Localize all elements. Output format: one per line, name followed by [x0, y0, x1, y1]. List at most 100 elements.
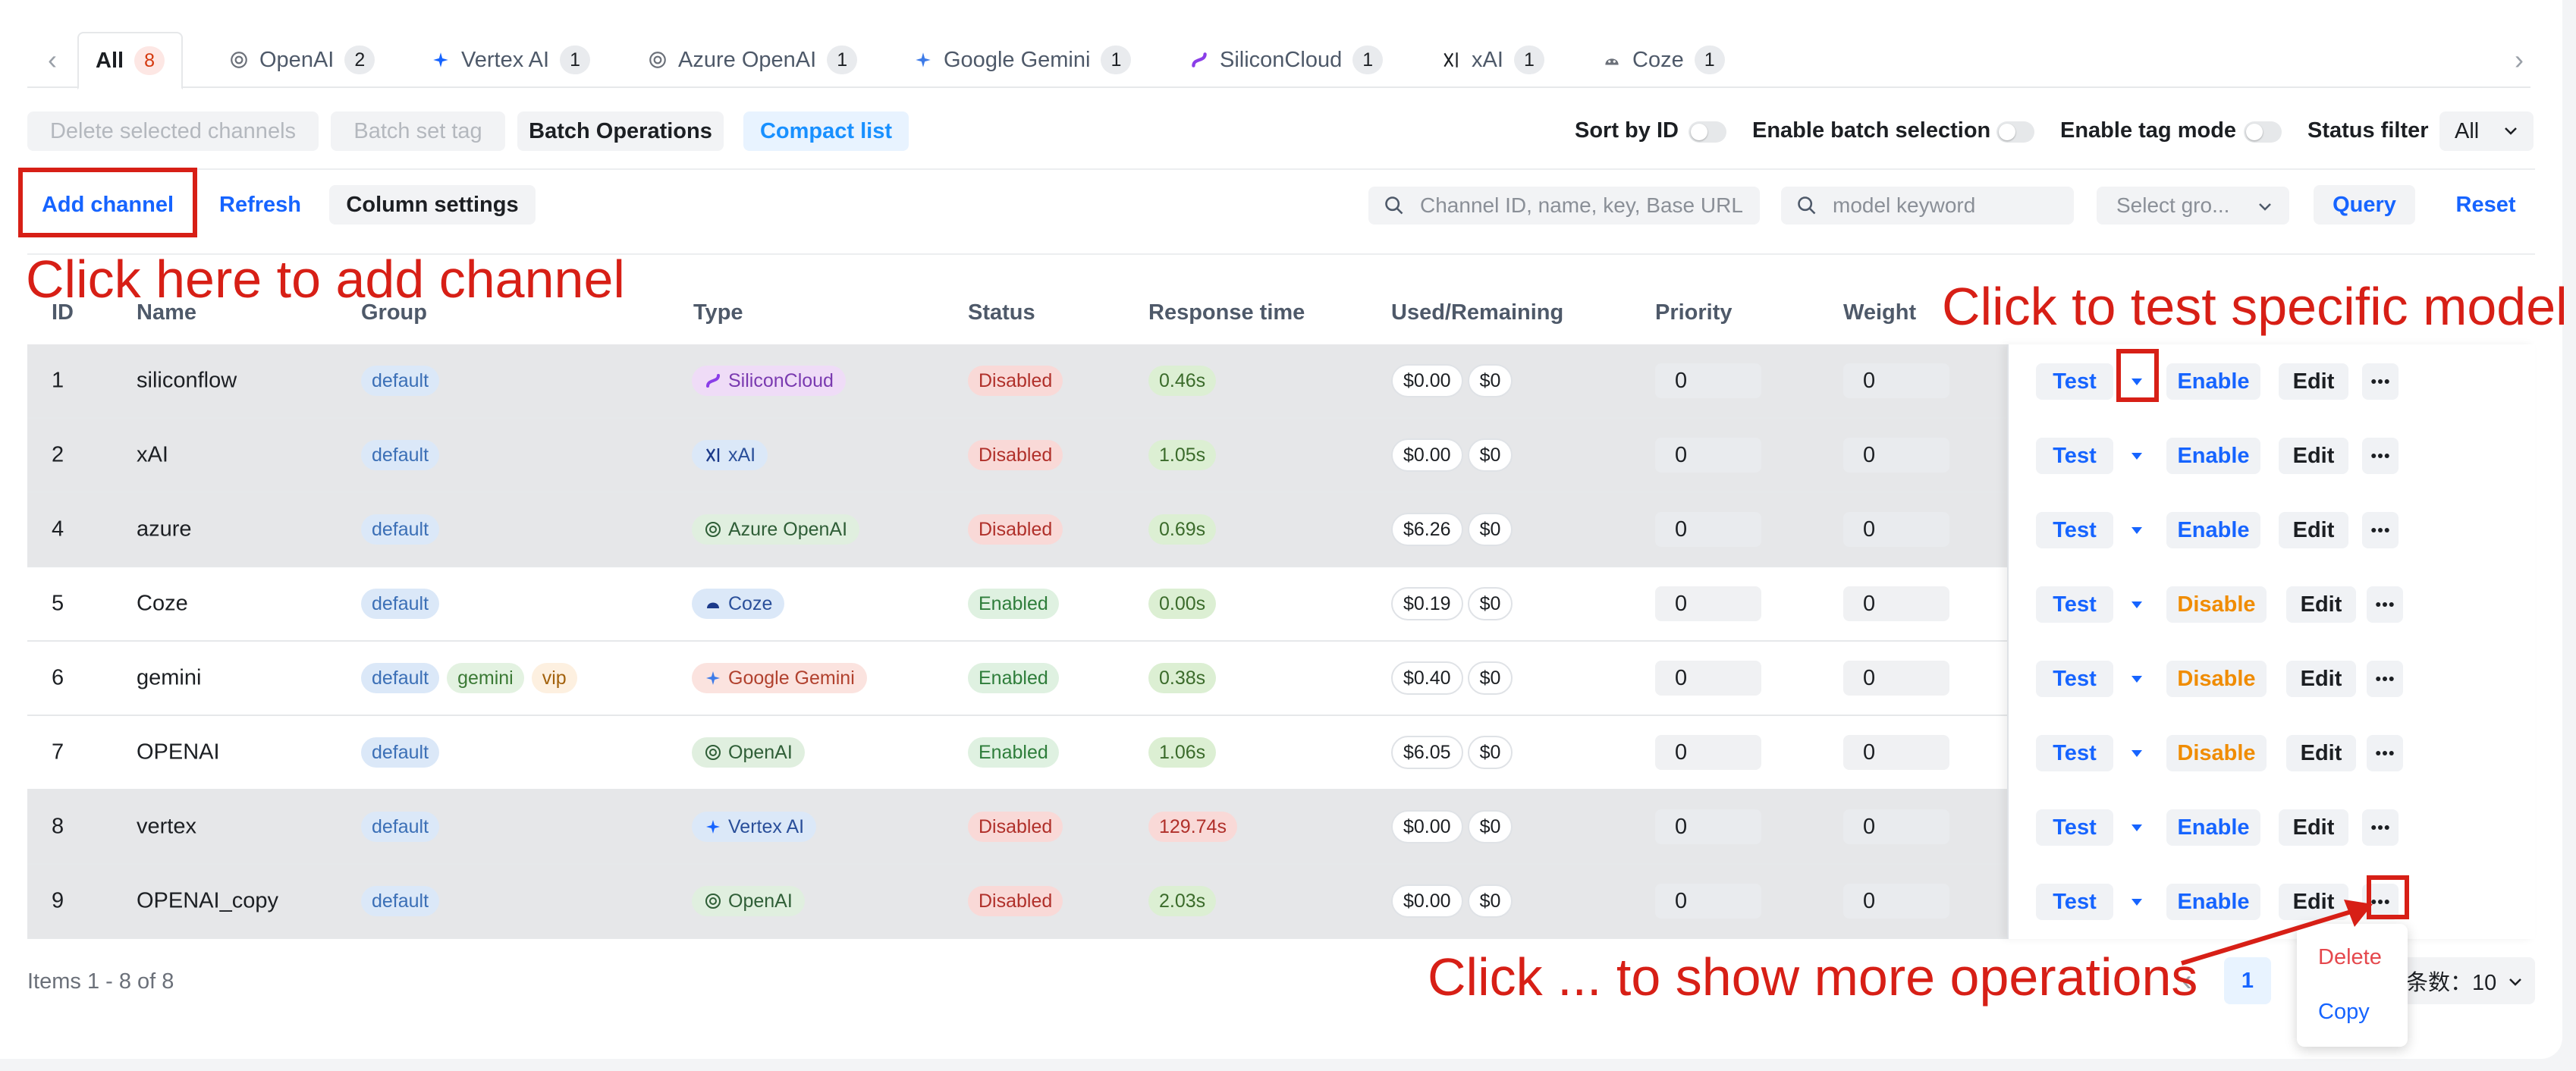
tag-mode-toggle[interactable] — [2244, 121, 2282, 143]
more-options-icon[interactable] — [2362, 512, 2399, 548]
edit-button[interactable]: Edit — [2286, 586, 2356, 623]
test-model-dropdown-icon[interactable] — [2124, 666, 2150, 692]
more-options-icon[interactable] — [2362, 438, 2399, 474]
batch-operations-button[interactable]: Batch Operations — [517, 111, 724, 151]
status-filter-select[interactable]: All — [2439, 111, 2534, 151]
column-header-weight[interactable]: Weight — [1843, 300, 1916, 325]
enable-button[interactable]: Enable — [2166, 809, 2260, 846]
edit-button[interactable]: Edit — [2279, 438, 2348, 474]
tab-label: All — [96, 48, 124, 73]
tab-xai[interactable]: xAI 1 — [1441, 32, 1544, 88]
more-options-icon[interactable] — [2362, 809, 2399, 846]
more-options-icon[interactable] — [2367, 661, 2403, 697]
model-placeholder: model keyword — [1833, 193, 1976, 217]
tab-label: SiliconCloud — [1220, 47, 1343, 72]
channel-search-input[interactable]: Channel ID, name, key, Base URL — [1368, 187, 1760, 225]
tab-all[interactable]: All 8 — [77, 32, 184, 90]
edit-button[interactable]: Edit — [2279, 809, 2348, 846]
test-button[interactable]: Test — [2036, 512, 2113, 548]
edit-button[interactable]: Edit — [2286, 661, 2356, 697]
tabs-scroll-right-icon[interactable]: › — [2508, 46, 2530, 74]
chevron-down-icon — [2506, 972, 2524, 997]
query-button[interactable]: Query — [2314, 185, 2415, 225]
tab-count-badge: 1 — [1694, 46, 1725, 74]
column-header-type[interactable]: Type — [693, 300, 743, 325]
group-select[interactable]: Select gro... — [2097, 187, 2289, 225]
test-button[interactable]: Test — [2036, 586, 2113, 623]
batch-selection-toggle[interactable] — [1996, 121, 2034, 143]
add-channel-annotation: Click here to add channel — [26, 250, 625, 309]
delete-selected-button[interactable]: Delete selected channels — [27, 111, 319, 151]
more-options-icon[interactable] — [2367, 735, 2403, 771]
enable-button[interactable]: Enable — [2166, 512, 2260, 548]
column-header-used-remaining[interactable]: Used/Remaining — [1391, 300, 1563, 325]
enable-button[interactable]: Enable — [2166, 363, 2260, 400]
test-model-dropdown-icon[interactable] — [2124, 889, 2150, 915]
tag-mode-label: Enable tag mode — [2060, 118, 2237, 143]
group-placeholder: Select gro... — [2116, 193, 2230, 217]
edit-button[interactable]: Edit — [2279, 363, 2348, 400]
test-model-dropdown-icon[interactable] — [2124, 517, 2150, 543]
test-button[interactable]: Test — [2036, 735, 2113, 771]
status-filter-value: All — [2455, 118, 2480, 143]
coze-icon — [1602, 50, 1622, 70]
search-placeholder: Channel ID, name, key, Base URL — [1420, 193, 1743, 217]
row-operations-cell: Test Disable Edit — [27, 716, 2535, 790]
disable-button[interactable]: Disable — [2166, 735, 2267, 771]
reset-button[interactable]: Reset — [2436, 185, 2535, 225]
edit-button[interactable]: Edit — [2286, 735, 2356, 771]
vertex-icon — [431, 50, 451, 70]
tab-count-badge: 1 — [560, 46, 591, 74]
enable-button[interactable]: Enable — [2166, 438, 2260, 474]
tab-label: Vertex AI — [461, 47, 550, 72]
test-model-dropdown-icon[interactable] — [2124, 740, 2150, 766]
row-operations-cell: Test Enable Edit — [27, 419, 2535, 493]
more-options-icon[interactable] — [2367, 586, 2403, 623]
openai-icon — [229, 50, 249, 70]
gemini-icon — [913, 50, 933, 70]
tab-siliconcloud[interactable]: SiliconCloud 1 — [1189, 32, 1384, 88]
test-button[interactable]: Test — [2036, 363, 2113, 400]
row-operations-cell: Test Disable Edit — [27, 567, 2535, 642]
column-header-response-time[interactable]: Response time — [1148, 300, 1305, 325]
annotation-arrow-icon — [2181, 900, 2373, 966]
refresh-button[interactable]: Refresh — [209, 185, 311, 225]
model-keyword-input[interactable]: model keyword — [1781, 187, 2074, 225]
tab-google-gemini[interactable]: Google Gemini 1 — [913, 32, 1132, 88]
batch-set-tag-button[interactable]: Batch set tag — [331, 111, 505, 151]
test-button[interactable]: Test — [2036, 661, 2113, 697]
row-operations-cell: Test Enable Edit — [27, 865, 2535, 939]
tab-openai[interactable]: OpenAI 2 — [229, 32, 375, 88]
row-operations-cell: Test Enable Edit — [27, 790, 2535, 865]
test-model-dropdown-icon[interactable] — [2124, 592, 2150, 617]
test-model-dropdown-icon[interactable] — [2124, 443, 2150, 469]
row-operations-cell: Test Disable Edit — [27, 642, 2535, 716]
edit-button[interactable]: Edit — [2279, 512, 2348, 548]
test-model-dropdown-icon[interactable] — [2124, 815, 2150, 840]
copy-menu-item[interactable]: Copy — [2318, 1000, 2370, 1025]
test-button[interactable]: Test — [2036, 438, 2113, 474]
disable-button[interactable]: Disable — [2166, 586, 2267, 623]
tab-count-badge: 1 — [1352, 46, 1384, 74]
status-filter-label: Status filter — [2307, 118, 2429, 143]
tab-vertex-ai[interactable]: Vertex AI 1 — [431, 32, 591, 88]
column-settings-button[interactable]: Column settings — [329, 185, 536, 225]
search-icon — [1796, 195, 1817, 216]
tab-azure-openai[interactable]: Azure OpenAI 1 — [648, 32, 858, 88]
tab-count-badge: 1 — [1101, 46, 1132, 74]
tab-coze[interactable]: Coze 1 — [1602, 32, 1725, 88]
tab-label: Google Gemini — [944, 47, 1091, 72]
sort-by-id-toggle[interactable] — [1689, 121, 1726, 143]
more-options-icon[interactable] — [2362, 363, 2399, 400]
disable-button[interactable]: Disable — [2166, 661, 2267, 697]
compact-list-button[interactable]: Compact list — [743, 111, 909, 151]
row-operations-cell: Test Enable Edit — [27, 344, 2535, 419]
page-size-select[interactable]: 条数：10 — [2402, 957, 2535, 1004]
test-button[interactable]: Test — [2036, 809, 2113, 846]
tabs-scroll-left-icon[interactable]: ‹ — [41, 46, 64, 74]
column-header-priority[interactable]: Priority — [1655, 300, 1733, 325]
test-button[interactable]: Test — [2036, 884, 2113, 920]
more-ops-annotation: Click ... to show more operations — [1428, 947, 2198, 1007]
column-header-status[interactable]: Status — [968, 300, 1035, 325]
add-channel-highlight — [18, 168, 197, 237]
